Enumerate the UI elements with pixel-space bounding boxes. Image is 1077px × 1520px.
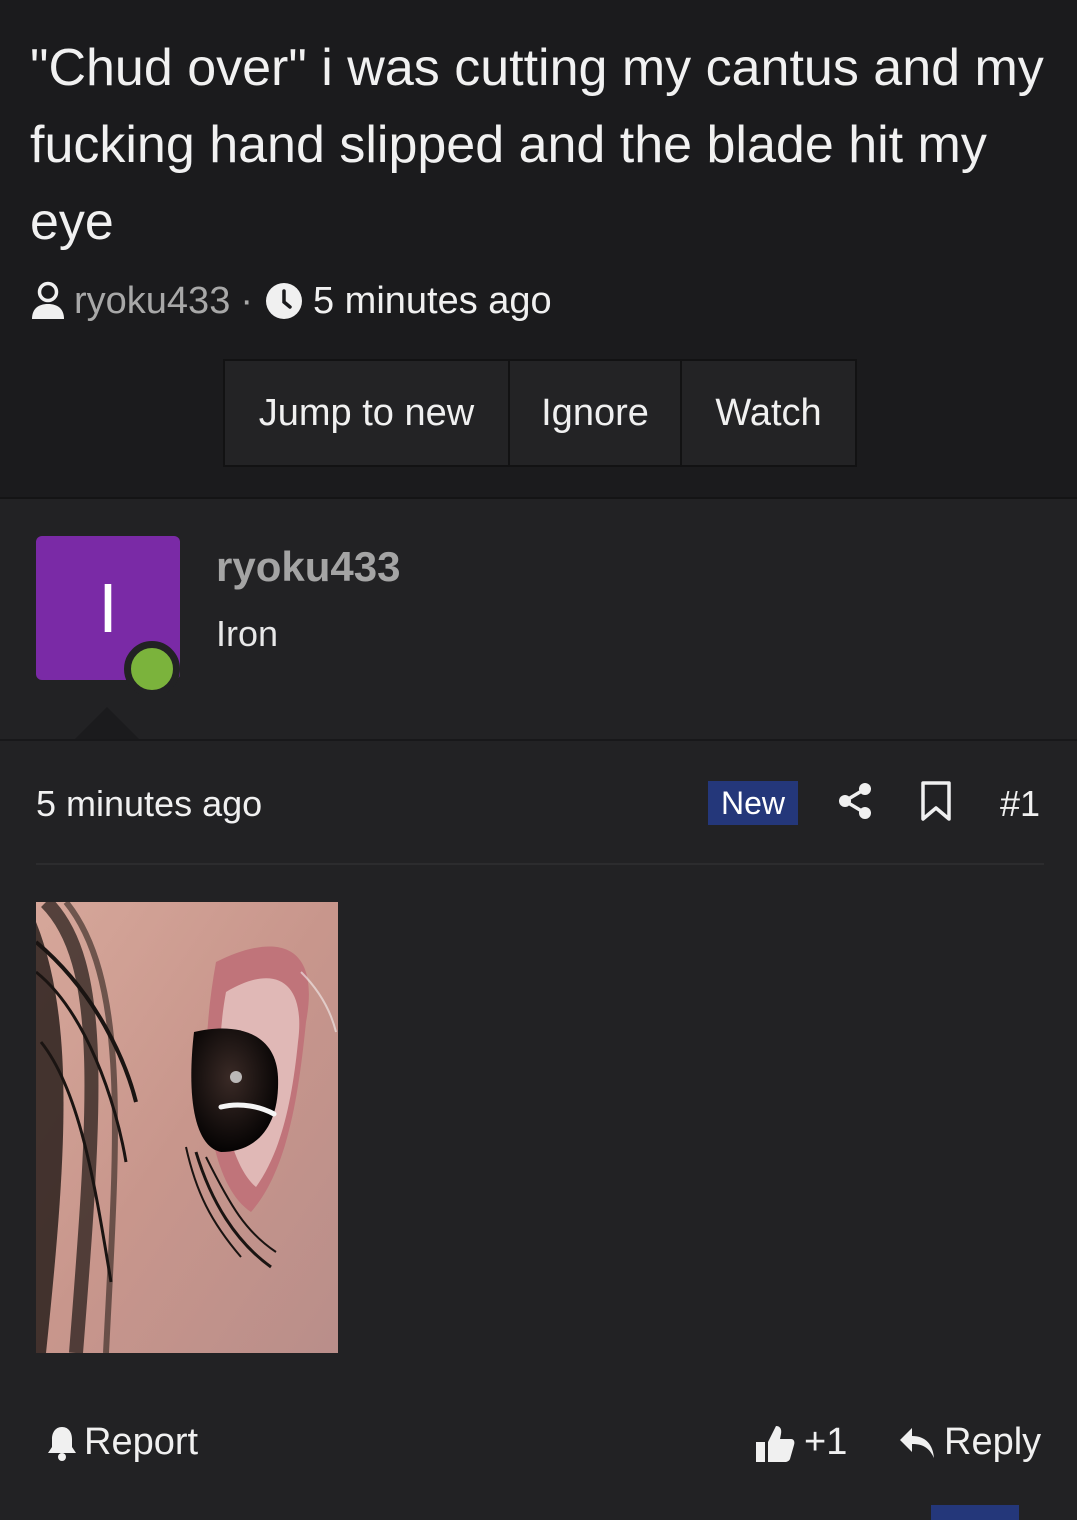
thread-header: "Chud over" i was cutting my cantus and …	[0, 0, 1077, 497]
jump-to-new-button[interactable]: Jump to new	[225, 361, 510, 465]
report-label: Report	[84, 1421, 199, 1463]
reply-label: Reply	[944, 1421, 1042, 1463]
clock-icon	[265, 283, 302, 319]
thread-title: "Chud over" i was cutting my cantus and …	[30, 39, 1044, 251]
eye-photo-icon	[36, 902, 338, 1353]
report-button[interactable]: Report	[46, 1421, 198, 1464]
thread-meta: ryoku433 · 5 minutes ago	[30, 278, 552, 324]
post: I ryoku433 Iron 5 minutes ago New #1 Rep…	[0, 499, 1077, 1520]
post-number[interactable]: #1	[1000, 783, 1040, 825]
meta-separator: ·	[240, 279, 253, 322]
thumbs-up-icon	[756, 1425, 795, 1462]
thread-actions: Jump to new Ignore Watch	[223, 359, 857, 467]
divider	[36, 863, 1044, 865]
thread-author[interactable]: ryoku433	[74, 280, 230, 323]
like-button[interactable]: +1	[754, 1421, 847, 1464]
online-indicator	[124, 641, 180, 697]
user-rank: Iron	[216, 613, 279, 654]
divider	[0, 739, 1077, 741]
post-username[interactable]: ryoku433	[216, 543, 400, 591]
post-author: I ryoku433 Iron	[0, 499, 1077, 740]
user-icon	[32, 281, 64, 319]
post-image[interactable]	[36, 902, 338, 1353]
post-footer: Report +1 Reply	[0, 1417, 1077, 1473]
post-time[interactable]: 5 minutes ago	[36, 783, 262, 825]
ignore-button[interactable]: Ignore	[510, 361, 682, 465]
watch-button[interactable]: Watch	[682, 361, 855, 465]
reply-icon	[900, 1427, 934, 1458]
like-count: +1	[804, 1421, 848, 1463]
thread-time[interactable]: 5 minutes ago	[313, 280, 552, 323]
share-icon[interactable]	[836, 779, 874, 823]
bookmark-icon[interactable]	[918, 779, 954, 823]
bell-icon	[48, 1426, 76, 1461]
avatar-letter: I	[98, 569, 118, 647]
reply-button[interactable]: Reply	[898, 1421, 1041, 1464]
bottom-nav-tab[interactable]	[931, 1505, 1019, 1520]
author-arrow	[74, 707, 140, 740]
post-meta: 5 minutes ago New #1	[36, 779, 1044, 827]
new-badge: New	[708, 781, 798, 825]
